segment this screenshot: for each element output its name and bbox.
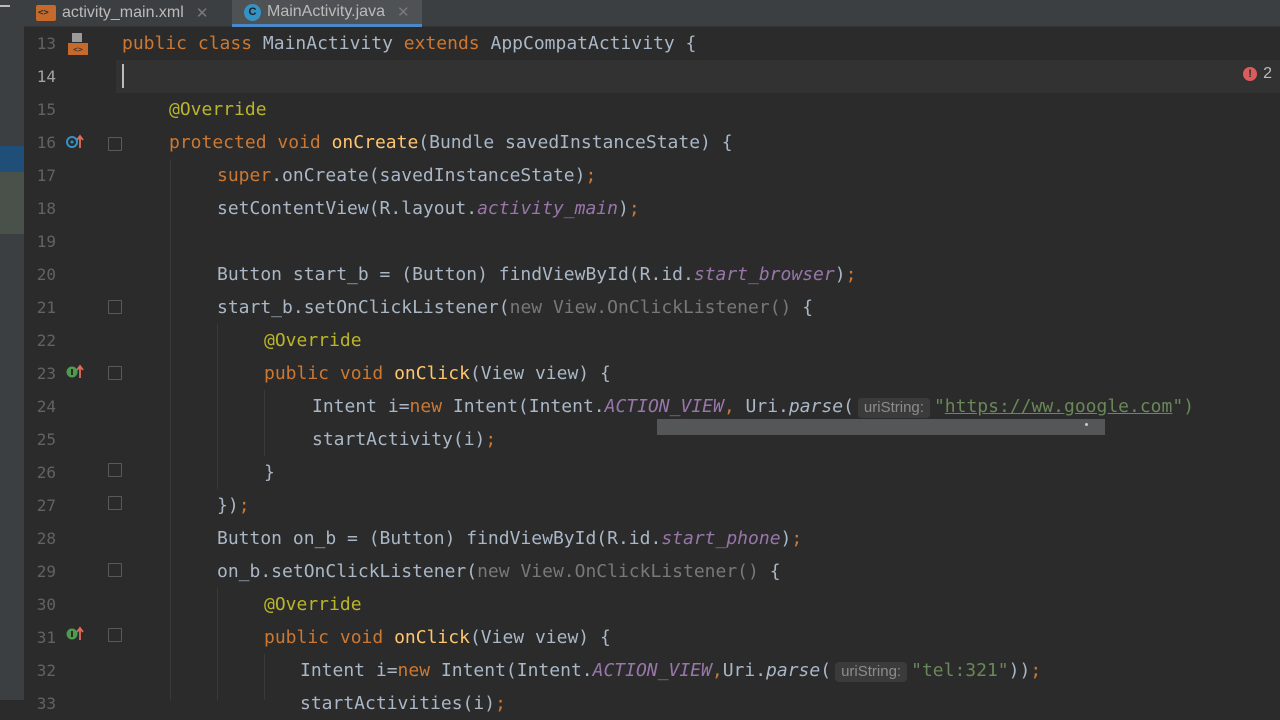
code-line-26: } — [264, 462, 275, 483]
tool-window-selection[interactable] — [0, 146, 24, 172]
line-number: 23 — [36, 364, 56, 383]
implements-method-icon[interactable] — [66, 363, 84, 381]
indent-guide — [217, 588, 218, 700]
code-line-25: startActivity(i); — [312, 429, 497, 450]
text-cursor — [122, 64, 124, 88]
tab-label: activity_main.xml — [62, 4, 184, 21]
error-icon: ! — [1243, 67, 1258, 81]
line-number: 24 — [36, 397, 56, 416]
code-line-33: startActivities(i); — [300, 693, 506, 714]
code-line-21: start_b.setOnClickListener(new View.OnCl… — [217, 297, 814, 318]
line-number: 17 — [36, 166, 56, 185]
code-line-29: on_b.setOnClickListener(new View.OnClick… — [217, 561, 781, 582]
tab-label: MainActivity.java — [267, 3, 385, 20]
code-editor[interactable]: public class MainActivity extends AppCom… — [116, 27, 1280, 714]
line-number: 18 — [36, 199, 56, 218]
code-line-20: Button start_b = (Button) findViewById(R… — [217, 264, 857, 285]
layout-resource-icon[interactable]: <> — [66, 32, 90, 56]
code-line-28: Button on_b = (Button) findViewById(R.id… — [217, 528, 803, 549]
line-number: 33 — [36, 694, 56, 713]
line-number: 31 — [36, 628, 56, 647]
implements-method-icon[interactable] — [66, 625, 84, 643]
url-link[interactable]: https://ww.google.com — [945, 396, 1173, 417]
code-line-31: public void onClick(View view) { — [264, 627, 611, 648]
editor-tab-bar: activity_main.xml ✕ C MainActivity.java … — [24, 0, 1280, 27]
indent-guide — [217, 324, 218, 489]
close-icon[interactable]: ✕ — [196, 4, 209, 22]
indent-guide — [264, 654, 265, 700]
code-line-22: @Override — [264, 330, 362, 351]
tab-main-activity-java[interactable]: C MainActivity.java ✕ — [232, 0, 422, 27]
scrollbar-thumb-dot — [1085, 423, 1088, 426]
indent-guide — [264, 390, 265, 456]
parameter-hint: uriString: — [857, 398, 930, 418]
tool-window-strip — [0, 0, 24, 700]
indent-guide — [170, 159, 171, 700]
editor-gutter: 13 14 15 16 17 18 19 20 21 22 23 24 25 2… — [24, 27, 122, 713]
line-number: 22 — [36, 331, 56, 350]
line-number: 20 — [36, 265, 56, 284]
tab-activity-main-xml[interactable]: activity_main.xml ✕ — [36, 0, 208, 26]
current-line-highlight — [116, 60, 1280, 93]
code-line-18: setContentView(R.layout.activity_main); — [217, 198, 640, 219]
error-count: 2 — [1263, 65, 1272, 82]
line-number: 16 — [36, 133, 56, 152]
line-number: 19 — [36, 232, 56, 251]
code-line-30: @Override — [264, 594, 362, 615]
collapse-icon[interactable] — [0, 5, 10, 7]
code-line-27: }); — [217, 495, 250, 516]
line-number: 29 — [36, 562, 56, 581]
code-line-13: public class MainActivity extends AppCom… — [122, 33, 697, 54]
xml-layout-icon — [36, 5, 56, 21]
line-number: 30 — [36, 595, 56, 614]
horizontal-scrollbar[interactable] — [657, 419, 1105, 435]
line-number: 25 — [36, 430, 56, 449]
line-number: 27 — [36, 496, 56, 515]
code-line-17: super.onCreate(savedInstanceState); — [217, 165, 597, 186]
line-number: 15 — [36, 100, 56, 119]
problems-indicator[interactable]: ! 2 — [1243, 65, 1272, 83]
code-line-16: protected void onCreate(Bundle savedInst… — [169, 132, 733, 153]
line-number: 32 — [36, 661, 56, 680]
line-number: 28 — [36, 529, 56, 548]
parameter-hint: uriString: — [835, 662, 908, 682]
close-icon[interactable]: ✕ — [397, 3, 410, 21]
java-class-icon: C — [244, 3, 261, 21]
tool-window-item[interactable] — [0, 172, 24, 234]
line-number: 26 — [36, 463, 56, 482]
overrides-method-icon[interactable] — [66, 133, 84, 151]
code-line-15: @Override — [169, 99, 267, 120]
code-line-32: Intent i=new Intent(Intent.ACTION_VIEW,U… — [300, 660, 1042, 682]
line-number: 14 — [36, 67, 56, 86]
svg-text:<>: <> — [73, 45, 83, 54]
line-number: 21 — [36, 298, 56, 317]
code-line-23: public void onClick(View view) { — [264, 363, 611, 384]
line-number: 13 — [36, 34, 56, 53]
